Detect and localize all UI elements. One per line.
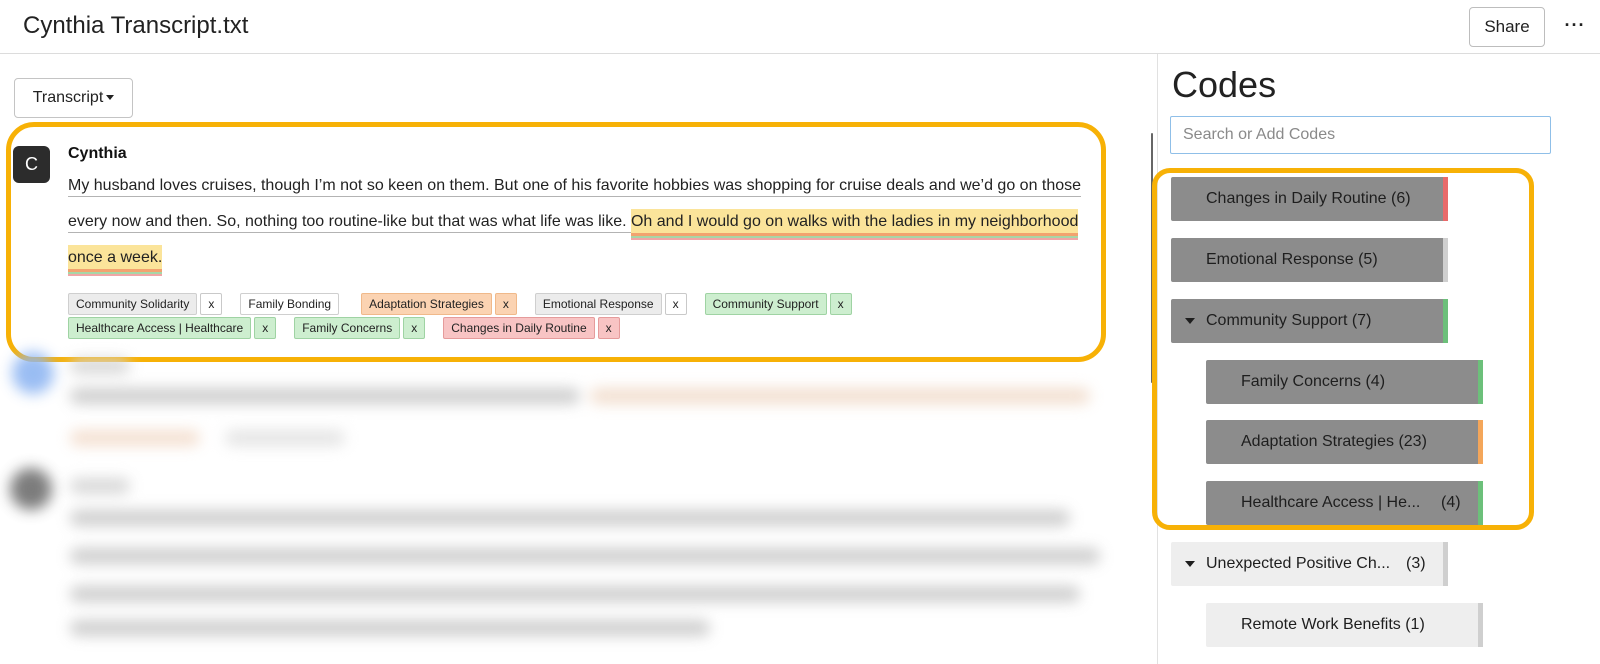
code-label: Remote Work Benefits (1) bbox=[1241, 616, 1425, 633]
tag-community-support: Community Support bbox=[704, 293, 827, 315]
blurred-transcript-entries bbox=[0, 350, 1120, 664]
code-unexpected-positive-changes[interactable]: Unexpected Positive Ch... (3) bbox=[1171, 542, 1448, 586]
blurred-line bbox=[70, 620, 710, 636]
code-color-bar bbox=[1478, 481, 1483, 525]
code-community-support[interactable]: Community Support (7) bbox=[1171, 299, 1448, 343]
document-title: Cynthia Transcript.txt bbox=[23, 12, 249, 39]
code-color-bar bbox=[1443, 542, 1448, 586]
code-label: Adaptation Strategies (23) bbox=[1241, 433, 1427, 450]
code-healthcare-access[interactable]: Healthcare Access | He... (4) bbox=[1206, 481, 1483, 525]
blurred-line bbox=[70, 510, 1070, 526]
remove-tag-button[interactable]: x bbox=[254, 317, 277, 339]
tag-emotional-response: Emotional Response bbox=[534, 293, 662, 315]
code-label: Community Support (7) bbox=[1206, 312, 1372, 329]
code-emotional-response[interactable]: Emotional Response (5) bbox=[1171, 238, 1448, 282]
codes-title: Codes bbox=[1172, 64, 1277, 105]
code-color-bar bbox=[1478, 360, 1483, 404]
caret-down-icon bbox=[106, 95, 115, 101]
blurred-line bbox=[70, 548, 1100, 564]
code-color-bar bbox=[1478, 420, 1483, 464]
code-label: Family Concerns (4) bbox=[1241, 373, 1386, 390]
code-family-concerns[interactable]: Family Concerns (4) bbox=[1206, 360, 1483, 404]
tag-healthcare-access: Healthcare Access | Healthcare bbox=[68, 317, 252, 339]
code-label: Healthcare Access | He... bbox=[1241, 494, 1421, 511]
code-adaptation-strategies[interactable]: Adaptation Strategies (23) bbox=[1206, 420, 1483, 464]
code-changes-in-daily-routine[interactable]: Changes in Daily Routine (6) bbox=[1171, 177, 1448, 221]
tag-row: Healthcare Access | Healthcare x Family C… bbox=[68, 316, 1068, 340]
tag-row: Community Solidarity x Family Bonding Ada… bbox=[68, 292, 1068, 316]
code-search-input[interactable] bbox=[1170, 116, 1551, 154]
app-header: Cynthia Transcript.txt Share ··· bbox=[0, 0, 1600, 54]
code-remote-work-benefits[interactable]: Remote Work Benefits (1) bbox=[1206, 603, 1483, 647]
code-color-bar bbox=[1443, 238, 1448, 282]
tag-adaptation-strategies: Adaptation Strategies bbox=[361, 293, 492, 315]
blurred-line bbox=[70, 586, 1080, 602]
blurred-line bbox=[590, 388, 1090, 404]
tag-family-bonding: Family Bonding bbox=[240, 293, 340, 315]
blurred-line bbox=[70, 358, 130, 374]
speaker-name: Cynthia bbox=[68, 145, 127, 162]
blurred-line bbox=[70, 388, 580, 404]
transcript-view-dropdown[interactable]: Transcript bbox=[14, 78, 133, 118]
utterance-text[interactable]: My husband loves cruises, though I’m not… bbox=[68, 168, 1088, 276]
applied-code-tags: Community Solidarity x Family Bonding Ada… bbox=[68, 292, 1068, 340]
code-group-highlight bbox=[1152, 168, 1534, 530]
remove-tag-button[interactable]: x bbox=[664, 293, 687, 315]
blurred-line bbox=[225, 430, 345, 446]
blurred-line bbox=[70, 430, 200, 446]
more-options-icon[interactable]: ··· bbox=[1560, 10, 1590, 40]
blurred-line bbox=[70, 478, 130, 494]
code-color-bar bbox=[1443, 177, 1448, 221]
tag-community-solidarity: Community Solidarity bbox=[68, 293, 198, 315]
remove-tag-button[interactable]: x bbox=[403, 317, 426, 339]
remove-tag-button[interactable]: x bbox=[597, 317, 620, 339]
blurred-avatar bbox=[12, 352, 54, 394]
code-color-bar bbox=[1478, 603, 1483, 647]
tag-changes-in-daily-routine: Changes in Daily Routine bbox=[443, 317, 595, 339]
code-label: Emotional Response (5) bbox=[1206, 251, 1378, 268]
remove-tag-button[interactable]: x bbox=[200, 293, 223, 315]
expand-triangle-icon[interactable] bbox=[1185, 318, 1195, 324]
blurred-avatar bbox=[10, 468, 52, 510]
code-count: (4) bbox=[1441, 494, 1461, 511]
expand-triangle-icon[interactable] bbox=[1185, 561, 1195, 567]
code-label: Unexpected Positive Ch... bbox=[1206, 555, 1391, 572]
share-button[interactable]: Share bbox=[1469, 7, 1545, 47]
tag-family-concerns: Family Concerns bbox=[294, 317, 401, 339]
remove-tag-button[interactable]: x bbox=[494, 293, 517, 315]
code-count: (3) bbox=[1406, 555, 1426, 572]
transcript-view-label: Transcript bbox=[32, 89, 104, 106]
remove-tag-button[interactable]: x bbox=[829, 293, 852, 315]
speaker-avatar: C bbox=[13, 146, 50, 183]
code-label: Changes in Daily Routine (6) bbox=[1206, 190, 1411, 207]
code-color-bar bbox=[1443, 299, 1448, 343]
